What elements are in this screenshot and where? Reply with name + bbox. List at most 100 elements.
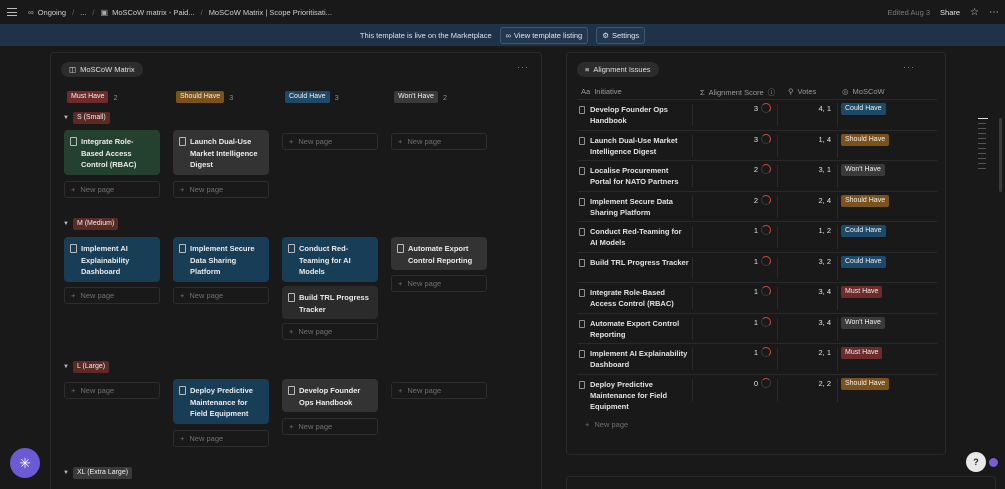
- column-header-initiative[interactable]: Aa Initiative: [581, 87, 622, 96]
- search-icon: ⚲: [788, 87, 794, 96]
- column-header-moscow[interactable]: ◎ MoSCoW: [842, 87, 885, 96]
- column-header-must[interactable]: Must Have 2: [67, 91, 118, 103]
- board-card[interactable]: Build TRL Progress Tracker: [282, 286, 378, 319]
- row-moscow-tag[interactable]: Should Have: [841, 377, 890, 390]
- board-card[interactable]: Develop Founder Ops Handbook: [282, 379, 378, 412]
- plus-icon: +: [180, 185, 185, 194]
- new-page-button[interactable]: + New page: [391, 382, 487, 399]
- row-moscow-tag[interactable]: Must Have: [841, 347, 883, 359]
- group-header-large[interactable]: ▼ L (Large): [63, 361, 110, 373]
- chevron-down-icon[interactable]: ▼: [63, 364, 69, 370]
- new-page-button[interactable]: + New page: [282, 418, 378, 435]
- row-score: 3: [753, 134, 758, 144]
- menu-icon[interactable]: [6, 6, 18, 18]
- new-page-label: New page: [80, 185, 115, 194]
- table-row[interactable]: Automate Export Control Reporting 1 3, 4…: [577, 312, 937, 344]
- board-card[interactable]: Implement Secure Data Sharing Platform: [173, 237, 269, 282]
- column-tag-wont: Won't Have: [394, 91, 438, 103]
- doc-icon: [579, 350, 585, 358]
- breadcrumb: ∞ Ongoing / ... / ▣ MoSCoW matrix - Paid…: [28, 7, 332, 17]
- new-page-button[interactable]: + New page: [391, 133, 487, 150]
- table-row[interactable]: Localise Procurement Portal for NATO Par…: [577, 160, 937, 191]
- chevron-down-icon[interactable]: ▼: [63, 115, 69, 121]
- view-tab-alignment-issues[interactable]: ≡ Alignment Issues: [577, 62, 659, 77]
- row-score: 2: [753, 165, 758, 174]
- board-card[interactable]: Conduct Red-Teaming for AI Models: [282, 237, 378, 282]
- more-icon[interactable]: ···: [903, 62, 915, 72]
- breadcrumb-item-parent[interactable]: MoSCoW matrix - Paid...: [112, 8, 195, 17]
- new-page-button[interactable]: + New page: [173, 181, 269, 198]
- notification-dot: [989, 458, 998, 467]
- table-row[interactable]: Develop Founder Ops Handbook 3 4, 1 Coul…: [577, 99, 937, 130]
- row-initiative: Deploy Predictive Maintenance for Field …: [590, 379, 668, 411]
- table-row[interactable]: Build TRL Progress Tracker 1 3, 2 Could …: [577, 251, 937, 283]
- table-row[interactable]: Integrate Role-Based Access Control (RBA…: [577, 282, 937, 313]
- row-moscow-tag[interactable]: Won't Have: [841, 316, 885, 329]
- row-moscow-tag[interactable]: Should Have: [841, 133, 890, 146]
- card-title: Launch Dual-Use Market Intelligence Dige…: [190, 137, 258, 169]
- share-button[interactable]: Share: [940, 8, 960, 17]
- more-icon[interactable]: ···: [517, 62, 529, 72]
- breadcrumb-item-current[interactable]: MoSCoW Matrix | Scope Prioritisati...: [209, 8, 332, 17]
- new-page-button[interactable]: + New page: [64, 382, 160, 399]
- new-page-button[interactable]: + New page: [64, 287, 160, 304]
- board-card[interactable]: Integrate Role-Based Access Control (RBA…: [64, 130, 160, 175]
- row-moscow-tag[interactable]: Could Have: [841, 225, 886, 237]
- scrollbar[interactable]: [999, 118, 1002, 192]
- new-page-button[interactable]: + New page: [173, 287, 269, 304]
- column-header-should[interactable]: Should Have 3: [176, 91, 233, 103]
- column-tag-must: Must Have: [67, 91, 109, 103]
- column-header-wont[interactable]: Won't Have 2: [394, 91, 447, 103]
- new-page-button[interactable]: + New page: [64, 181, 160, 198]
- more-icon[interactable]: ⋯: [989, 7, 999, 18]
- row-moscow-tag[interactable]: Could Have: [841, 103, 886, 115]
- table-row[interactable]: Implement Secure Data Sharing Platform 2…: [577, 190, 937, 222]
- board-card[interactable]: Launch Dual-Use Market Intelligence Dige…: [173, 130, 269, 175]
- row-moscow-tag[interactable]: Could Have: [841, 255, 886, 268]
- row-votes: 2, 2: [777, 378, 835, 401]
- view-tab-moscow-matrix[interactable]: ◫ MoSCoW Matrix: [61, 62, 143, 77]
- column-header-could[interactable]: Could Have 3: [285, 91, 339, 103]
- row-moscow-tag[interactable]: Won't Have: [841, 164, 885, 176]
- row-score: 1: [753, 317, 758, 327]
- new-page-label: New page: [80, 291, 115, 300]
- table-row[interactable]: Launch Dual-Use Market Intelligence Dige…: [577, 129, 937, 161]
- row-moscow-tag[interactable]: Must Have: [841, 286, 883, 298]
- chevron-down-icon[interactable]: ▼: [63, 221, 69, 227]
- new-page-button[interactable]: + New page: [585, 420, 628, 429]
- chevron-down-icon[interactable]: ▼: [63, 470, 69, 476]
- row-moscow-tag[interactable]: Should Have: [841, 194, 890, 207]
- column-header-alignment-score[interactable]: Σ Alignment Score ⓘ: [700, 87, 775, 98]
- breadcrumb-item-ongoing[interactable]: Ongoing: [38, 8, 66, 17]
- table-row[interactable]: Conduct Red-Teaming for AI Models 1 1, 2…: [577, 221, 937, 252]
- star-icon[interactable]: ☆: [970, 7, 979, 18]
- header-label: Alignment Score: [708, 88, 764, 97]
- group-header-xlarge[interactable]: ▼ XL (Extra Large): [63, 467, 133, 479]
- table-row[interactable]: Deploy Predictive Maintenance for Field …: [577, 373, 937, 414]
- row-score: 0: [753, 378, 758, 388]
- group-header-medium[interactable]: ▼ M (Medium): [63, 218, 119, 230]
- new-page-button[interactable]: + New page: [391, 275, 487, 292]
- new-page-button[interactable]: + New page: [173, 430, 269, 447]
- settings-button[interactable]: ⚙ Settings: [596, 26, 646, 44]
- new-page-label: New page: [80, 386, 115, 395]
- info-icon: ⓘ: [767, 88, 776, 97]
- board-card[interactable]: Implement AI Explainability Dashboard: [64, 237, 160, 282]
- breadcrumb-item-ellipsis[interactable]: ...: [80, 8, 86, 17]
- plus-icon: +: [398, 137, 403, 146]
- column-header-votes[interactable]: ⚲ Votes: [788, 87, 816, 96]
- table-row[interactable]: Implement AI Explainability Dashboard 1 …: [577, 343, 937, 374]
- doc-icon: [288, 293, 295, 302]
- view-template-listing-button[interactable]: ∞ View template listing: [499, 26, 589, 44]
- board-card[interactable]: Deploy Predictive Maintenance for Field …: [173, 379, 269, 424]
- column-tag-should: Should Have: [176, 91, 225, 103]
- row-initiative: Conduct Red-Teaming for AI Models: [590, 227, 682, 247]
- group-header-small[interactable]: ▼ S (Small): [63, 112, 110, 124]
- outline-minimap[interactable]: [978, 118, 988, 169]
- board-card[interactable]: Automate Export Control Reporting: [391, 237, 487, 270]
- new-page-button[interactable]: + New page: [282, 133, 378, 150]
- ai-assistant-button[interactable]: ✳: [10, 448, 40, 478]
- edited-timestamp: Edited Aug 3: [887, 7, 931, 17]
- help-icon[interactable]: ?: [966, 452, 986, 472]
- new-page-button[interactable]: + New page: [282, 323, 378, 340]
